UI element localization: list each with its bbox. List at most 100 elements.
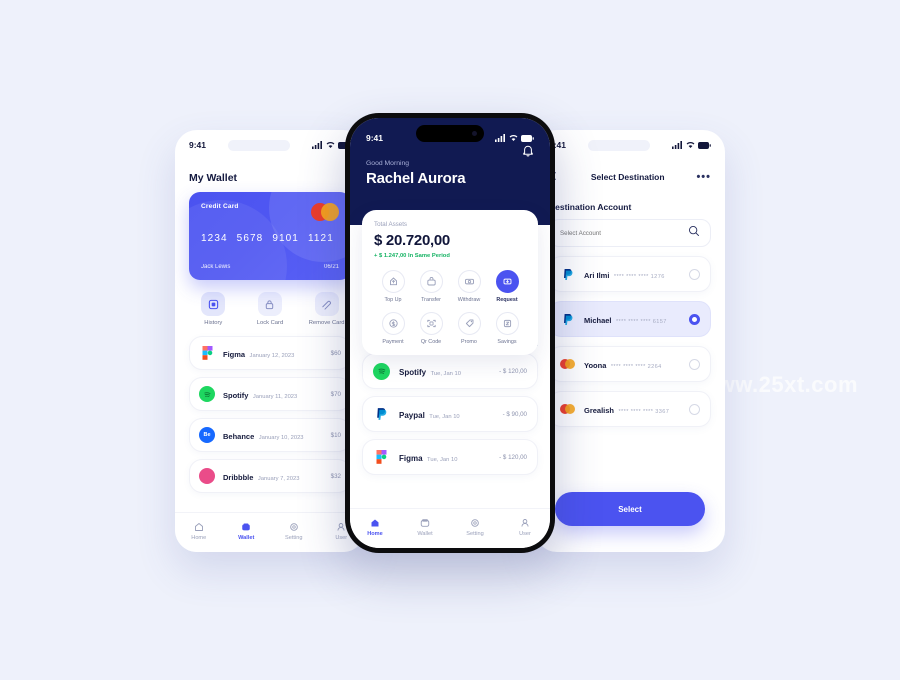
quick-action-label: Transfer (421, 297, 441, 303)
notch-pill (228, 139, 290, 151)
radio-button[interactable] (689, 403, 700, 415)
quick-action-label: Promo (461, 339, 477, 345)
transaction-amount: $70 (330, 390, 341, 398)
quick-action-request[interactable]: Request (488, 270, 526, 303)
user-icon (503, 517, 547, 529)
total-assets-change: + $ 1.247,00 In Same Period (374, 253, 450, 259)
tab-label: Setting (285, 535, 303, 541)
card-expiry: 06/21 (323, 264, 339, 270)
tab-home[interactable]: Home (177, 521, 221, 541)
behance-icon: Be (199, 427, 215, 443)
figma-icon (199, 345, 215, 361)
mastercard-icon (560, 356, 576, 372)
composition-stage: www.25xt.com 9:41 My Wallet Credit Card … (0, 0, 900, 680)
quick-action-withdraw[interactable]: Withdraw (450, 270, 488, 303)
transaction-name: Paypal (399, 411, 425, 420)
spotify-icon (199, 386, 215, 402)
transaction-info: Figma Tue, Jan 10 (399, 448, 499, 466)
transaction-list: Figma January 12, 2023 $60 Spotify Janua… (175, 332, 365, 493)
list-fade-overlay (350, 480, 550, 506)
transaction-date: January 12, 2023 (249, 353, 295, 359)
tab-wallet[interactable]: Wallet (403, 517, 447, 537)
select-button[interactable]: Select (555, 492, 705, 526)
transaction-row[interactable]: Spotify January 11, 2023 $70 (189, 377, 351, 411)
quick-action-top-up[interactable]: Top Up (374, 270, 412, 303)
quick-action-transfer[interactable]: Transfer (412, 270, 450, 303)
topup-icon (381, 270, 405, 293)
spotify-icon (373, 362, 390, 380)
account-number: **** **** **** 1276 (613, 274, 665, 280)
search-input[interactable] (560, 229, 688, 237)
transaction-date: Tue, Jan 10 (429, 414, 460, 420)
action-label: Lock Card (256, 320, 284, 326)
account-row[interactable]: Ari Ilmi **** **** **** 1276 (549, 256, 711, 292)
tab-setting[interactable]: Setting (272, 521, 316, 541)
paypal-icon (560, 311, 576, 327)
account-info: Yoona **** **** **** 2264 (584, 355, 689, 373)
card-number: 1234 5678 9101 1121 (201, 233, 334, 244)
quick-action-promo[interactable]: Promo (450, 312, 488, 345)
quick-action-payment[interactable]: Payment (374, 312, 412, 345)
paypal-icon (560, 266, 576, 282)
tab-label: Home (367, 531, 383, 537)
tab-label: Wallet (238, 535, 255, 541)
transaction-name: Figma (399, 454, 423, 463)
action-lock-card[interactable]: Lock Card (244, 292, 296, 326)
card-footer: Jack Lewis 06/21 (201, 264, 339, 270)
radio-button[interactable] (689, 268, 700, 280)
page-title: Select Destination (590, 172, 665, 182)
dribbble-icon (199, 468, 215, 484)
transaction-row[interactable]: Dribbble January 7, 2023 $32 (189, 459, 351, 493)
radio-button[interactable] (689, 358, 700, 370)
status-indicators (495, 134, 534, 142)
action-label: History (204, 320, 223, 326)
transaction-info: Spotify Tue, Jan 10 (399, 362, 499, 380)
wallet-icon (224, 521, 268, 533)
transaction-info: Dribbble January 7, 2023 (223, 467, 331, 485)
account-row[interactable]: Yoona **** **** **** 2264 (549, 346, 711, 382)
transaction-info: Figma January 12, 2023 (223, 344, 331, 362)
search-box[interactable] (549, 219, 711, 247)
status-bar-left: 9:41 (175, 130, 365, 160)
credit-card[interactable]: Credit Card 1234 5678 9101 1121 Jack Lew… (189, 192, 351, 280)
more-horizontal-icon[interactable]: ••• (696, 171, 711, 183)
remove-card-icon (314, 292, 339, 316)
quick-action-savings[interactable]: Savings (488, 312, 526, 345)
transaction-row[interactable]: Paypal Tue, Jan 10 - $ 90,00 (362, 396, 538, 432)
tab-wallet[interactable]: Wallet (224, 521, 268, 541)
transaction-row[interactable]: Be Behance January 10, 2023 $10 (189, 418, 351, 452)
tab-label: Wallet (417, 531, 433, 537)
bell-icon[interactable] (522, 144, 534, 162)
transaction-row[interactable]: Spotify Tue, Jan 10 - $ 120,00 (362, 353, 538, 389)
figma-icon (373, 448, 390, 466)
total-assets-label: Total Assets (374, 221, 408, 228)
transaction-row[interactable]: Figma Tue, Jan 10 - $ 120,00 (362, 439, 538, 475)
paypal-icon (373, 405, 390, 423)
transaction-row[interactable]: Figma January 12, 2023 $60 (189, 336, 351, 370)
quick-action-qr-code[interactable]: Qr Code (412, 312, 450, 345)
tab-label: User (519, 531, 531, 537)
status-time: 9:41 (366, 133, 384, 143)
account-info: Michael **** **** **** 6157 (584, 310, 689, 328)
card-number-group: 1234 (201, 233, 228, 244)
search-icon[interactable] (688, 224, 700, 242)
transaction-name: Dribbble (223, 473, 254, 482)
transaction-date: Tue, Jan 10 (430, 371, 461, 377)
dynamic-island (416, 125, 484, 142)
action-history[interactable]: History (187, 292, 239, 326)
tab-setting[interactable]: Setting (453, 517, 497, 537)
tab-user[interactable]: User (503, 517, 547, 537)
account-row[interactable]: Michael **** **** **** 6157 (549, 301, 711, 337)
transaction-amount: - $ 120,00 (499, 367, 527, 375)
transaction-name: Spotify (399, 368, 427, 377)
account-row[interactable]: Grealish **** **** **** 3367 (549, 391, 711, 427)
wifi-icon (686, 142, 695, 148)
account-name: Michael (584, 316, 612, 325)
transaction-info: Paypal Tue, Jan 10 (399, 405, 503, 423)
page-title: My Wallet (189, 172, 238, 184)
wifi-icon (326, 142, 335, 148)
gear-icon (272, 521, 316, 533)
mastercard-icon (560, 401, 576, 417)
radio-button-selected[interactable] (689, 313, 700, 325)
tab-home[interactable]: Home (353, 517, 397, 537)
